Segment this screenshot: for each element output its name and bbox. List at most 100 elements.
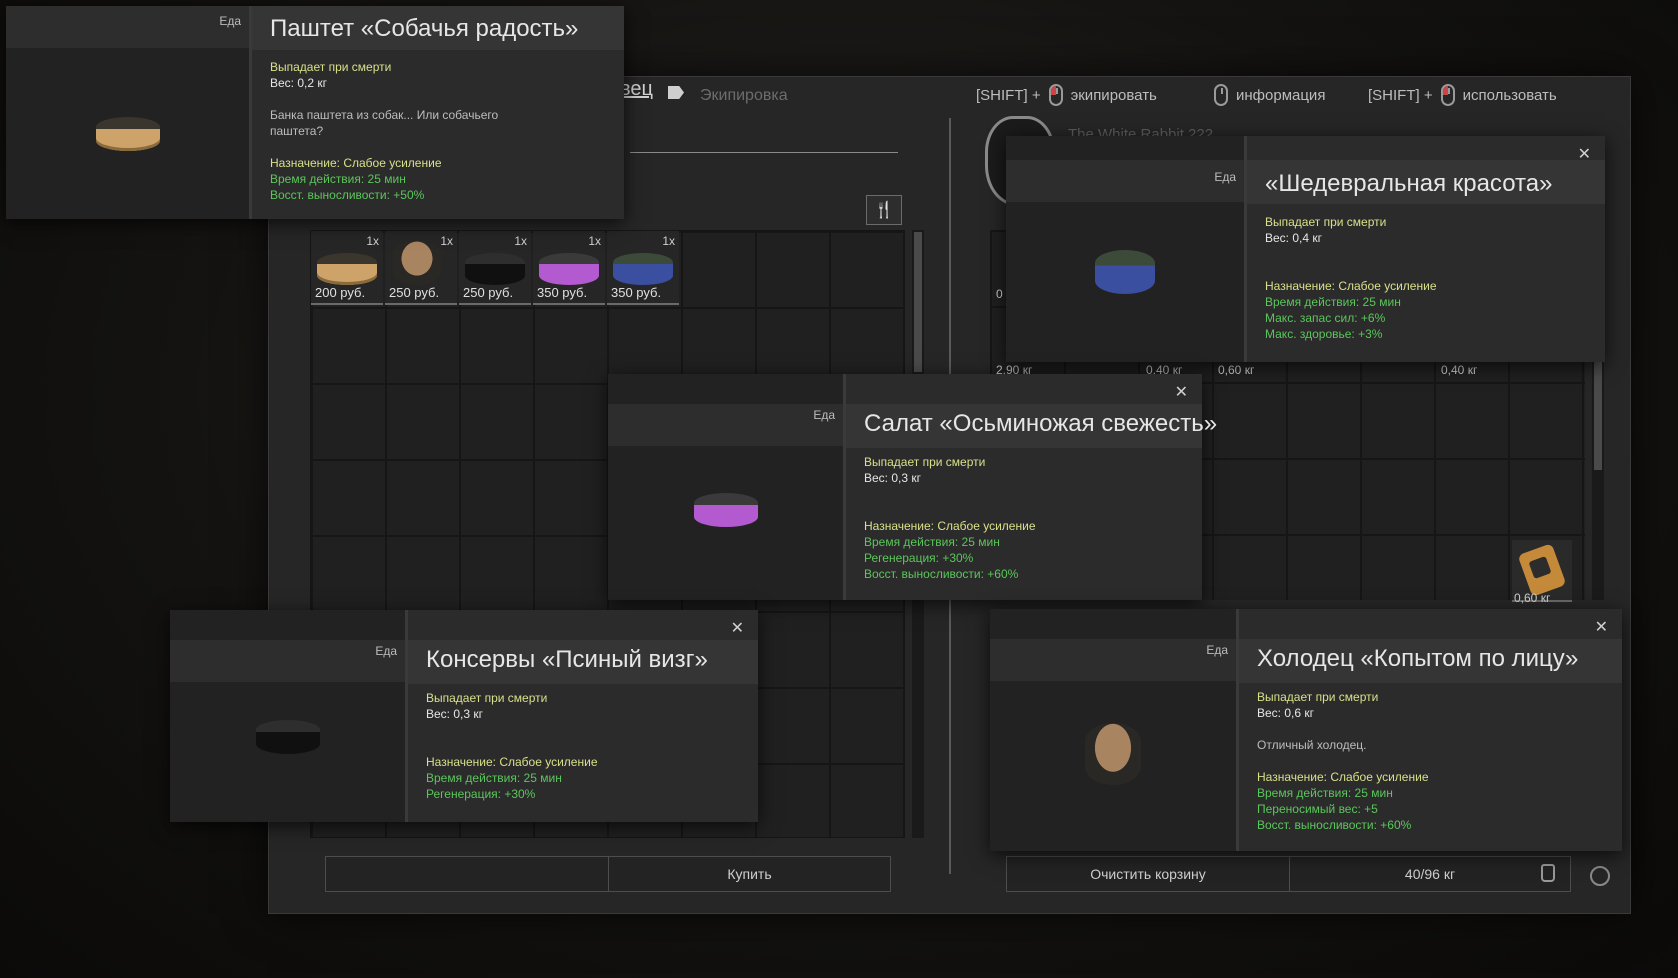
tab-equipment[interactable]: Экипировка (700, 87, 788, 105)
close-icon[interactable]: ✕ (1595, 617, 1608, 637)
tooltip-beauty: Еда ✕ «Шедевральная красота» Выпадает пр… (1006, 136, 1605, 362)
tooltip-info-pane: ✕ Салат «Осьминожая свежесть» Выпадает п… (846, 374, 1217, 600)
item-weight: 0,40 кг (1441, 363, 1478, 377)
tooltip-info-pane: ✕ Холодец «Копытом по лицу» Выпадает при… (1239, 609, 1622, 851)
tooltip-stat: Переносимый вес: +5 (1257, 802, 1378, 816)
category-bar (608, 404, 843, 446)
pate-can-icon (95, 116, 160, 151)
tooltip-description: Банка паштета из собак... Или собачьего … (270, 108, 499, 138)
tooltip-drop: Выпадает при смерти (864, 455, 986, 469)
shop-item[interactable]: 1x 250 руб. (385, 231, 457, 305)
blue-can-icon (1095, 249, 1155, 294)
tooltip-weight: Вес: 0,4 кг (1265, 231, 1322, 245)
close-icon[interactable]: ✕ (731, 618, 744, 638)
category-bar (6, 6, 249, 48)
tooltip-image-pane: Еда (608, 374, 846, 600)
item-weight: 0,60 кг (1514, 591, 1551, 605)
item-weight: 0,60 кг (1218, 363, 1255, 377)
tooltip-info-pane: ✕ «Шедевральная красота» Выпадает при см… (1247, 136, 1605, 362)
item-qty: 1x (662, 234, 675, 248)
item-price: 350 руб. (537, 285, 588, 300)
tooltip-weight: Вес: 0,3 кг (864, 471, 921, 485)
tooltip-title: Консервы «Псиный визг» (426, 646, 708, 673)
tooltip-drop: Выпадает при смерти (270, 60, 392, 74)
tooltip-duration: Время действия: 25 мин (270, 172, 406, 186)
tooltip-weight: Вес: 0,6 кг (1257, 706, 1314, 720)
hint-equip: [SHIFT] + экипировать (976, 82, 1157, 108)
hint-equip-mod: [SHIFT] + (976, 86, 1041, 104)
blue-can-icon (613, 253, 673, 285)
weight-icon (1541, 864, 1555, 882)
hint-info-label: информация (1236, 86, 1326, 104)
tooltip-duration: Время действия: 25 мин (1257, 786, 1393, 800)
tooltip-weight: Вес: 0,2 кг (270, 76, 327, 90)
category-bar (990, 639, 1236, 681)
hint-use: [SHIFT] + использовать (1368, 82, 1557, 108)
clear-cart-button[interactable]: Очистить корзину (1006, 856, 1290, 892)
tab-trader[interactable]: вец (620, 78, 653, 101)
item-price: 250 руб. (463, 285, 514, 300)
item-price: 350 руб. (611, 285, 662, 300)
tooltip-salad: Еда ✕ Салат «Осьминожая свежесть» Выпада… (608, 374, 1217, 600)
close-icon[interactable]: ✕ (1175, 382, 1188, 402)
item-qty: 1x (440, 234, 453, 248)
fork-knife-icon: 🍴 (874, 202, 894, 219)
shop-item[interactable]: 1x 250 руб. (459, 231, 531, 305)
tooltip-category: Еда (1214, 170, 1236, 184)
trash-icon[interactable] (1590, 866, 1610, 886)
mouse-icon (1214, 84, 1228, 106)
item-qty: 1x (588, 234, 601, 248)
tooltip-duration: Время действия: 25 мин (1265, 295, 1401, 309)
tooltip-stat: Макс. запас сил: +6% (1265, 311, 1386, 325)
tooltip-stat: Регенерация: +30% (864, 551, 974, 565)
jelly-tray-icon (1085, 723, 1141, 786)
tooltip-purpose: Назначение: Слабое усиление (864, 519, 1036, 533)
tooltip-purpose: Назначение: Слабое усиление (270, 156, 442, 170)
left-bottom-slot (325, 856, 609, 892)
mouse-left-icon (1048, 84, 1063, 106)
buy-button[interactable]: Купить (608, 856, 891, 892)
tooltip-jelly: Еда ✕ Холодец «Копытом по лицу» Выпадает… (990, 609, 1622, 851)
tooltip-pate: Еда Паштет «Собачья радость» Выпадает пр… (6, 6, 624, 219)
tooltip-duration: Время действия: 25 мин (426, 771, 562, 785)
tooltip-category: Еда (813, 408, 835, 422)
black-can-icon (465, 253, 525, 285)
tooltip-stat: Регенерация: +30% (426, 787, 536, 801)
tooltip-category: Еда (1206, 643, 1228, 657)
tooltip-stat: Макс. здоровье: +3% (1265, 327, 1383, 341)
tooltip-stat: Восст. выносливости: +60% (864, 567, 1019, 581)
mouse-right-icon (1440, 84, 1455, 106)
shop-item[interactable]: 1x 200 руб. (311, 231, 383, 305)
tooltip-description: Отличный холодец. (1257, 738, 1367, 752)
item-price: 200 руб. (315, 285, 366, 300)
cart-weight: 40/96 кг (1289, 856, 1571, 892)
shop-scrollbar-thumb[interactable] (914, 232, 922, 372)
tooltip-purpose: Назначение: Слабое усиление (426, 755, 598, 769)
tooltip-drop: Выпадает при смерти (426, 691, 548, 705)
category-bar (170, 640, 405, 682)
tooltip-purpose: Назначение: Слабое усиление (1265, 279, 1437, 293)
tooltip-image-pane: Еда (1006, 136, 1247, 362)
item-qty: 1x (514, 234, 527, 248)
item-weight: 0 (996, 287, 1003, 301)
shop-item[interactable]: 1x 350 руб. (533, 231, 605, 305)
shop-item[interactable]: 1x 350 руб. (607, 231, 679, 305)
cart-weight-value: 40/96 кг (1404, 866, 1456, 882)
tooltip-category: Еда (219, 14, 241, 28)
pink-can-icon (539, 253, 599, 285)
tooltip-title: Холодец «Копытом по лицу» (1257, 645, 1579, 672)
item-qty: 1x (366, 234, 379, 248)
tooltip-drop: Выпадает при смерти (1257, 690, 1379, 704)
tooltip-info-pane: ✕ Консервы «Псиный визг» Выпадает при см… (408, 610, 758, 822)
inventory-scrollbar-thumb[interactable] (1594, 360, 1602, 470)
black-can-icon (255, 720, 320, 755)
tooltip-category: Еда (375, 644, 397, 658)
tooltip-title: Паштет «Собачья радость» (270, 15, 579, 42)
food-filter-button[interactable]: 🍴 (866, 195, 902, 225)
hint-use-mod: [SHIFT] + (1368, 86, 1433, 104)
pate-can-icon (317, 253, 377, 285)
tooltip-image-pane: Еда (990, 609, 1239, 851)
hint-use-label: использовать (1462, 86, 1557, 104)
search-underline[interactable] (630, 152, 898, 153)
tooltip-image-pane: Еда (170, 610, 408, 822)
